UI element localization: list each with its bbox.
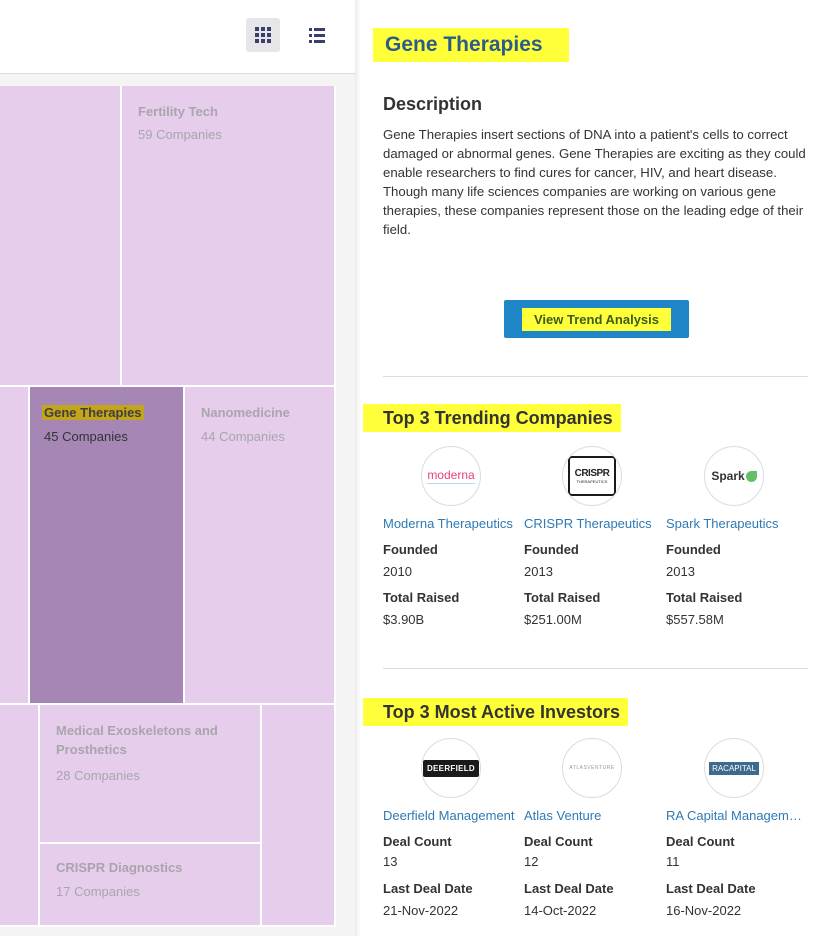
company-logo[interactable]: CRISPR THERAPEUTICS — [562, 446, 622, 506]
founded-label: Founded — [383, 542, 438, 557]
trend-button-label: View Trend Analysis — [522, 307, 671, 331]
investor-name-link[interactable]: Atlas Venture — [524, 808, 664, 823]
tile-title: Gene Therapies — [42, 405, 144, 420]
deal-count-label: Deal Count — [383, 834, 452, 849]
treemap-tile-nanomedicine[interactable]: Nanomedicine 44 Companies — [185, 387, 336, 705]
tile-count: 44 Companies — [201, 429, 285, 444]
treemap-tile-gene-therapies[interactable]: Gene Therapies 45 Companies — [30, 387, 185, 705]
company-name-link[interactable]: Moderna Therapeutics — [383, 516, 523, 531]
treemap-tile-crispr-diagnostics[interactable]: CRISPR Diagnostics 17 Companies — [40, 844, 262, 927]
raised-label: Total Raised — [524, 590, 601, 605]
tile-title: Medical Exoskeletons and Prosthetics — [56, 723, 218, 757]
raised-value: $557.58M — [666, 612, 724, 627]
description-heading: Description — [383, 94, 483, 114]
description-text: Gene Therapies insert sections of DNA in… — [383, 127, 806, 237]
investors-heading: Top 3 Most Active Investors — [363, 698, 629, 726]
investor-name-link[interactable]: Deerfield Management — [383, 808, 523, 823]
treemap-tile[interactable] — [0, 86, 122, 387]
last-deal-label: Last Deal Date — [666, 881, 756, 896]
treemap-tile[interactable] — [0, 387, 30, 705]
founded-value: 2013 — [666, 564, 695, 579]
section-divider — [383, 376, 808, 377]
raised-label: Total Raised — [666, 590, 743, 605]
raised-value: $251.00M — [524, 612, 582, 627]
section-divider — [383, 668, 808, 669]
last-deal-value: 21-Nov-2022 — [383, 903, 459, 918]
detail-panel: Gene Therapies Description Gene Therapie… — [361, 0, 826, 936]
deal-count-value: 11 — [666, 854, 680, 869]
last-deal-label: Last Deal Date — [524, 881, 614, 896]
tile-count: 17 Companies — [56, 884, 140, 899]
treemap-tile-fertility-tech[interactable]: Fertility Tech 59 Companies — [122, 86, 336, 387]
last-deal-value: 16-Nov-2022 — [666, 903, 742, 918]
deal-count-label: Deal Count — [524, 834, 593, 849]
last-deal-value: 14-Oct-2022 — [524, 903, 597, 918]
view-trend-analysis-button[interactable]: View Trend Analysis — [504, 300, 689, 338]
founded-label: Founded — [524, 542, 579, 557]
investor-logo[interactable]: DEERFIELD — [421, 738, 481, 798]
tile-title: Fertility Tech — [138, 104, 218, 119]
last-deal-label: Last Deal Date — [383, 881, 473, 896]
tile-count: 45 Companies — [44, 429, 128, 444]
investor-logo[interactable]: RACAPITAL — [704, 738, 764, 798]
treemap-tile-medical-exoskeletons[interactable]: Medical Exoskeletons and Prosthetics 28 … — [40, 705, 262, 844]
treemap-pane: Fertility Tech 59 Companies Gene Therapi… — [0, 0, 355, 936]
deal-count-value: 13 — [383, 854, 398, 869]
founded-value: 2013 — [524, 564, 553, 579]
raised-value: $3.90B — [383, 612, 425, 627]
company-name-link[interactable]: CRISPR Therapeutics — [524, 516, 664, 531]
founded-value: 2010 — [383, 564, 412, 579]
company-logo[interactable]: moderna — [421, 446, 481, 506]
tile-title: Nanomedicine — [201, 405, 290, 420]
view-toolbar — [0, 0, 355, 74]
deal-count-label: Deal Count — [666, 834, 735, 849]
investor-name-link[interactable]: RA Capital Management — [666, 808, 806, 823]
deal-count-value: 12 — [524, 854, 539, 869]
tile-count: 28 Companies — [56, 768, 140, 783]
investor-logo[interactable]: ATLASVENTURE — [562, 738, 622, 798]
list-view-icon — [309, 27, 325, 43]
grid-view-button[interactable] — [246, 18, 280, 52]
raised-label: Total Raised — [383, 590, 460, 605]
treemap-tile[interactable] — [262, 705, 336, 927]
list-view-button[interactable] — [300, 18, 334, 52]
company-logo[interactable]: Spark — [704, 446, 764, 506]
treemap-tile[interactable] — [0, 705, 40, 927]
company-name-link[interactable]: Spark Therapeutics — [666, 516, 806, 531]
leaf-icon — [745, 470, 757, 482]
tile-count: 59 Companies — [138, 127, 222, 142]
tile-title: CRISPR Diagnostics — [56, 860, 183, 875]
founded-label: Founded — [666, 542, 721, 557]
panel-title: Gene Therapies — [373, 28, 569, 62]
grid-view-icon — [255, 27, 271, 43]
companies-heading: Top 3 Trending Companies — [363, 404, 621, 432]
